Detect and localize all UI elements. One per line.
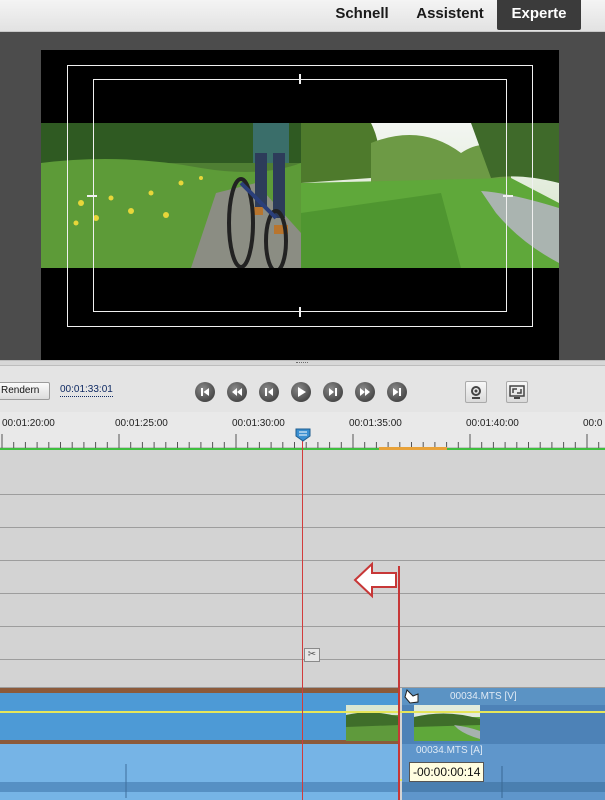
audio-clip-label: 00034.MTS [A]	[416, 745, 483, 756]
step-back-icon[interactable]	[227, 382, 247, 402]
ruler-label: 00:01:30:00	[232, 418, 285, 429]
mode-bar: Schnell Assistent Experte	[0, 0, 605, 32]
video-preview[interactable]	[41, 50, 559, 374]
monitor-panel	[0, 32, 605, 374]
trim-hand-cursor-icon	[404, 689, 419, 704]
step-forward-icon[interactable]	[355, 382, 375, 402]
audio-waveform	[0, 764, 400, 798]
guide-tick-bottom	[299, 307, 301, 317]
frame-forward-icon[interactable]	[323, 382, 343, 402]
ruler-label: 00:01:35:00	[349, 418, 402, 429]
render-button[interactable]: Rendern	[0, 382, 50, 400]
mode-tab-guided[interactable]: Assistent	[406, 0, 494, 30]
video-clip-label: 00034.MTS [V]	[450, 691, 517, 702]
frame-back-icon[interactable]	[259, 382, 279, 402]
ruler-label: 00:0	[583, 418, 603, 429]
go-to-start-icon[interactable]	[195, 382, 215, 402]
guide-tick-top	[299, 74, 301, 84]
ruler-label: 00:01:20:00	[2, 418, 55, 429]
drag-offset-tooltip: -00:00:00:14	[409, 762, 485, 782]
mode-tab-quick[interactable]: Schnell	[324, 0, 400, 30]
trim-edge-marker[interactable]	[398, 566, 400, 800]
ruler-label: 00:01:40:00	[466, 418, 519, 429]
playhead-handle-icon[interactable]	[295, 428, 311, 442]
ruler-label: 00:01:25:00	[115, 418, 168, 429]
guide-tick-right	[503, 195, 513, 197]
guide-tick-left	[87, 195, 97, 197]
go-to-end-icon[interactable]	[387, 382, 407, 402]
title-safe-guide	[93, 79, 507, 312]
fullscreen-icon[interactable]	[506, 381, 528, 403]
current-timecode[interactable]: 00:01:33:01	[60, 384, 113, 397]
video-clip-right[interactable]: 00034.MTS [V]	[402, 688, 605, 744]
playhead-line	[302, 430, 303, 800]
splitter-grip-icon[interactable]	[296, 362, 308, 364]
drag-left-arrow-icon	[353, 561, 397, 599]
monitor-settings-icon[interactable]	[465, 381, 487, 403]
audio-clip[interactable]	[0, 744, 400, 800]
play-icon[interactable]	[291, 382, 311, 402]
clip-band	[0, 688, 400, 693]
transport-bar: Rendern 00:01:33:01	[0, 366, 605, 412]
scissors-icon[interactable]: ✂	[304, 648, 320, 662]
mode-tab-expert[interactable]: Experte	[497, 0, 581, 30]
video-clip[interactable]	[0, 688, 400, 744]
